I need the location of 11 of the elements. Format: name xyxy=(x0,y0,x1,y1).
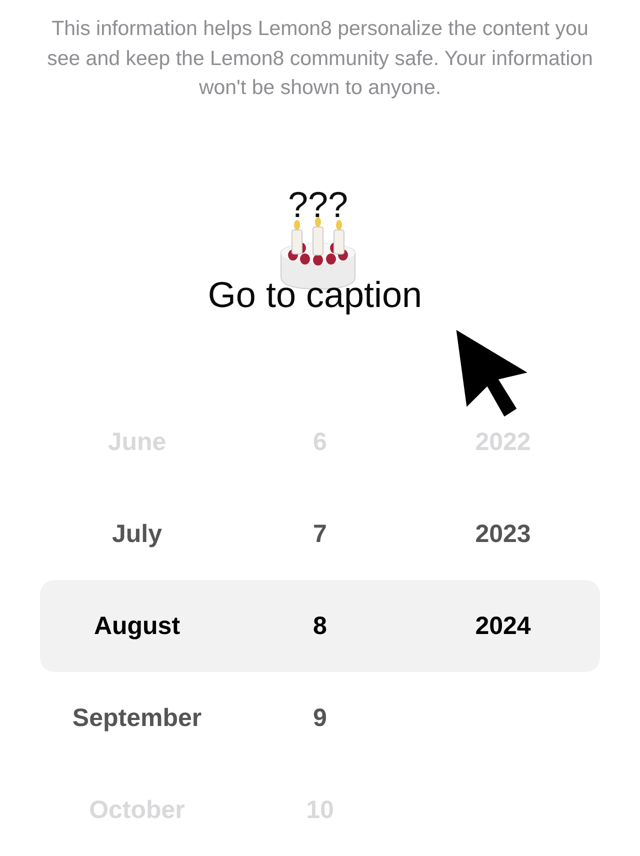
day-option[interactable]: 9 xyxy=(313,704,327,732)
year-option[interactable]: 2024 xyxy=(475,612,531,640)
caption-text: Go to caption xyxy=(208,274,422,314)
day-option[interactable]: 7 xyxy=(313,520,327,548)
year-option[interactable]: 2023 xyxy=(475,520,531,548)
month-option[interactable]: September xyxy=(72,704,202,732)
day-option[interactable]: 8 xyxy=(313,612,327,640)
question-marks: ??? xyxy=(288,186,348,222)
month-option[interactable]: August xyxy=(94,612,180,640)
info-text: This information helps Lemon8 personalize the content you see and keep the Lemon8 community safe. Your information won't be shown to anyone. xyxy=(46,16,594,101)
month-option[interactable]: July xyxy=(112,520,162,548)
